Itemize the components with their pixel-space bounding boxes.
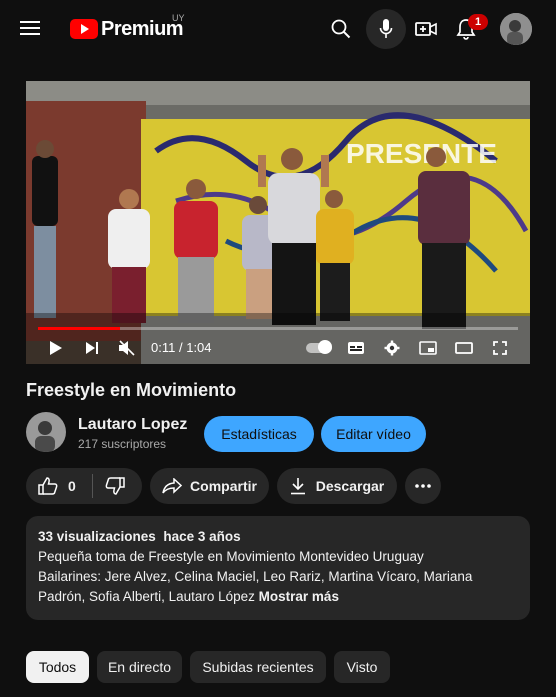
share-button[interactable]: Compartir [150,468,269,504]
create-video-icon[interactable] [413,16,439,42]
channel-avatar[interactable] [26,412,66,452]
show-more-link[interactable]: Mostrar más [259,589,339,604]
top-bar: Premium UY 1 [0,0,556,56]
settings-gear-icon[interactable] [382,338,402,358]
progress-played [38,327,120,330]
description-line-3-text: Padrón, Sofia Alberti, Lautaro López [38,589,255,604]
chip-watched[interactable]: Visto [334,651,390,683]
next-icon[interactable] [82,338,102,358]
chip-recent-uploads[interactable]: Subidas recientes [190,651,326,683]
thumbs-down-icon [105,477,125,495]
fullscreen-icon[interactable] [490,338,510,358]
description-line-3: Padrón, Sofia Alberti, Lautaro López Mos… [38,589,339,604]
time-display: 0:11 / 1:04 [151,340,212,355]
video-player[interactable]: PRESENTE 0:11 / 1:04 [26,81,530,364]
like-divider [91,474,93,498]
description-line-1: Pequeña toma de Freestyle en Movimiento … [38,549,424,564]
like-button[interactable]: 0 [38,477,76,495]
region-label: UY [172,13,185,23]
stats-button[interactable]: Estadísticas [204,416,314,452]
download-button[interactable]: Descargar [277,468,397,504]
like-dislike-group: 0 [26,468,142,504]
subscriber-count: 217 suscriptores [78,437,167,451]
description-line-2: Bailarines: Jere Alvez, Celina Maciel, L… [38,569,473,584]
menu-icon[interactable] [14,14,46,42]
dislike-button[interactable] [105,477,125,495]
notification-badge: 1 [468,14,488,30]
more-horizontal-icon [415,484,431,488]
graffiti-text: PRESENTE [346,138,497,169]
mute-icon[interactable] [117,338,137,358]
description-meta: 33 visualizaciones hace 3 años [38,529,241,544]
time-current: 0:11 [151,340,176,355]
video-frame: PRESENTE [26,81,530,364]
channel-name[interactable]: Lautaro Lopez [78,416,187,434]
voice-search-button[interactable] [366,9,406,49]
chip-live[interactable]: En directo [97,651,182,683]
share-label: Compartir [190,478,257,494]
play-icon[interactable] [46,338,66,358]
video-title: Freestyle en Movimiento [26,380,237,400]
subtitles-icon[interactable] [346,338,366,358]
more-actions-button[interactable] [405,468,441,504]
progress-track[interactable] [38,327,518,330]
theater-mode-icon[interactable] [454,338,474,358]
share-arrow-icon [162,478,183,494]
youtube-play-logo-icon [70,19,98,39]
logo-text: Premium [101,17,184,40]
search-icon[interactable] [328,16,354,42]
autoplay-knob-icon [318,340,332,354]
time-total: 1:04 [186,340,212,355]
autoplay-toggle[interactable] [306,340,332,354]
edit-video-button[interactable]: Editar vídeo [321,416,426,452]
thumbs-up-icon [38,477,58,495]
upload-age: hace 3 años [163,529,241,544]
microphone-icon [379,19,393,39]
account-avatar[interactable] [500,13,532,45]
download-icon [290,477,306,495]
view-count: 33 visualizaciones [38,529,156,544]
like-count: 0 [68,478,76,494]
download-label: Descargar [315,478,385,494]
miniplayer-icon[interactable] [418,338,438,358]
chip-all[interactable]: Todos [26,651,89,683]
description-box[interactable]: 33 visualizaciones hace 3 años Pequeña t… [26,516,530,620]
time-separator: / [178,340,183,355]
youtube-logo[interactable]: Premium UY [70,13,190,41]
